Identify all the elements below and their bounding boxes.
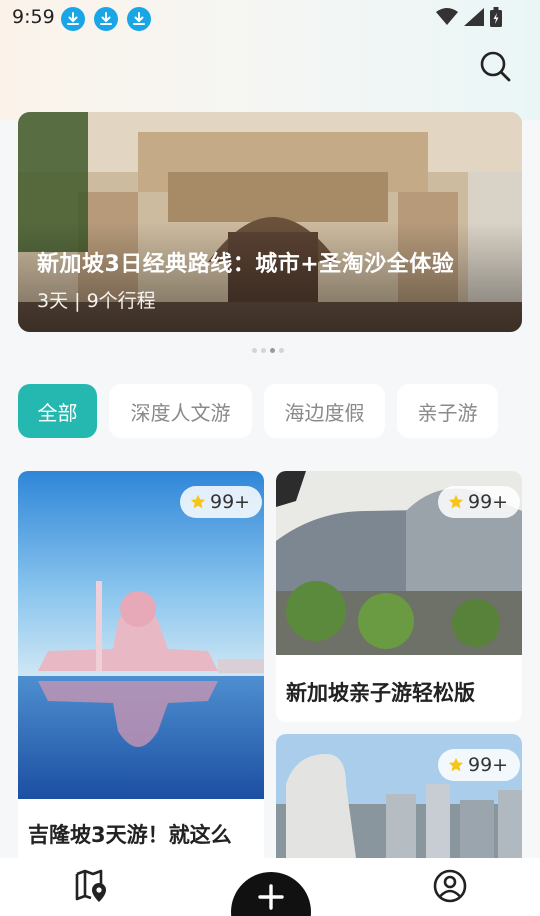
wifi-icon [436, 8, 458, 25]
signal-icon [464, 8, 484, 26]
banner-subtitle: 3天 | 9个行程 [37, 290, 156, 312]
card-title: 吉隆坡3天游！就这么 [28, 823, 232, 847]
nav-item-profile[interactable] [432, 868, 468, 904]
rating-badge: 99+ [180, 486, 263, 518]
trip-card[interactable]: 99+ 吉隆坡3天游！就这么 [18, 471, 264, 871]
rating-badge: 99+ [438, 749, 521, 781]
tab-culture[interactable]: 深度人文游 [109, 384, 252, 438]
rating-badge: 99+ [438, 486, 521, 518]
trip-card[interactable]: 99+ 新加坡亲子游轻松版 [276, 471, 522, 722]
status-time: 9:59 [12, 6, 55, 28]
plus-icon [258, 884, 284, 910]
card-title: 新加坡亲子游轻松版 [286, 681, 475, 705]
rating-count: 99+ [468, 491, 509, 513]
download-icon [94, 7, 118, 31]
star-icon [190, 494, 206, 509]
search-button[interactable] [478, 49, 514, 85]
tab-family[interactable]: 亲子游 [397, 384, 498, 438]
battery-icon [490, 7, 502, 27]
search-icon [480, 51, 511, 82]
star-icon [448, 494, 464, 509]
carousel-indicator [252, 348, 284, 353]
banner-title: 新加坡3日经典路线：城市+圣淘沙全体验 [37, 252, 455, 277]
carousel-dot [261, 348, 266, 353]
card-image [18, 471, 264, 799]
map-pin-icon [75, 869, 106, 902]
status-bar: 9:59 [0, 0, 540, 36]
carousel-dot [279, 348, 284, 353]
star-icon [448, 757, 464, 772]
tab-all[interactable]: 全部 [18, 384, 97, 438]
rating-count: 99+ [210, 491, 251, 513]
carousel-dot [252, 348, 257, 353]
user-circle-icon [433, 869, 467, 903]
featured-banner[interactable]: 新加坡3日经典路线：城市+圣淘沙全体验 3天 | 9个行程 [18, 112, 522, 332]
status-icons [436, 6, 502, 28]
download-icon [61, 7, 85, 31]
rating-count: 99+ [468, 754, 509, 776]
trip-card[interactable]: 99+ [276, 734, 522, 858]
nav-item-map[interactable] [73, 868, 109, 904]
carousel-dot-active [270, 348, 275, 353]
tab-beach[interactable]: 海边度假 [264, 384, 385, 438]
download-icon [127, 7, 151, 31]
